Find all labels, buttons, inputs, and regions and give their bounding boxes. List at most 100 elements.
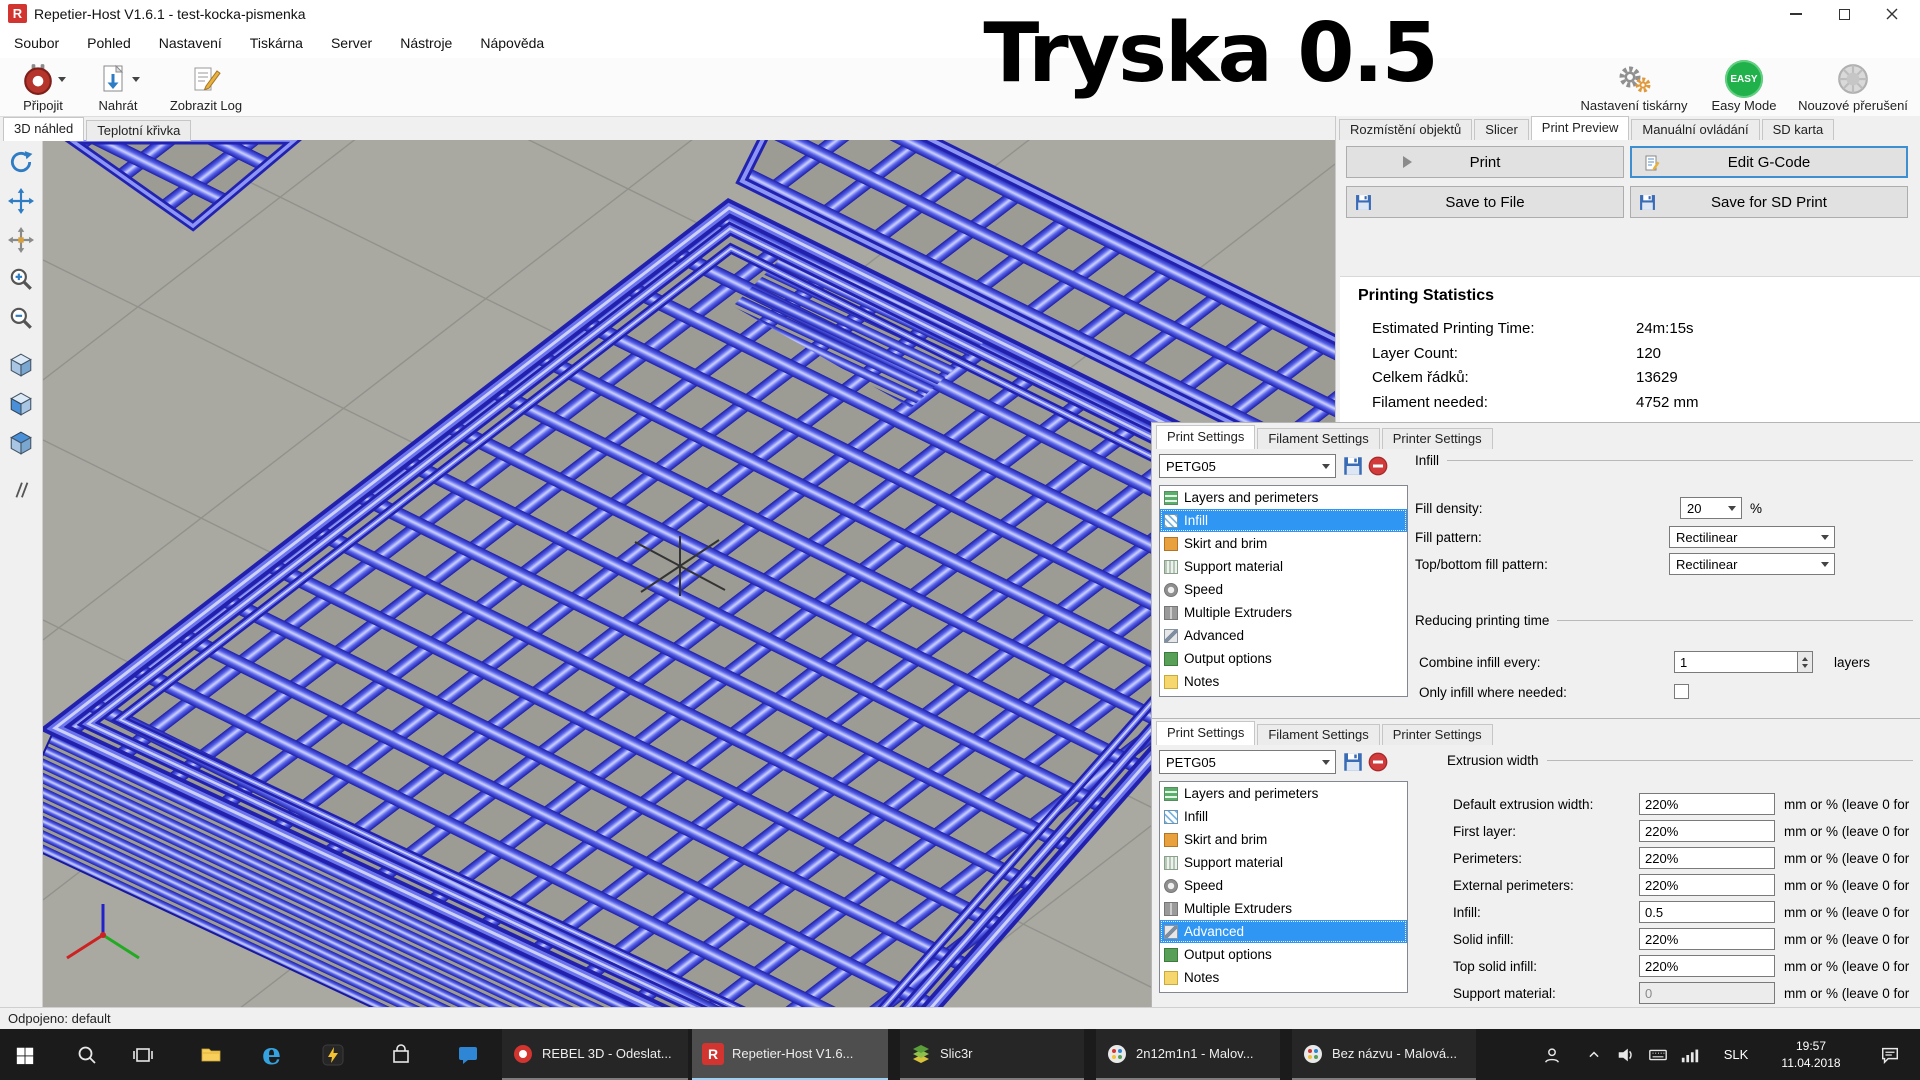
fill-pattern-select[interactable]: Rectilinear (1669, 526, 1835, 548)
view-rotate-button[interactable] (3, 143, 40, 180)
tab-filament-settings[interactable]: Filament Settings (1257, 428, 1379, 449)
volume-tray-button[interactable] (1610, 1029, 1642, 1080)
save-to-file-button[interactable]: Save to File (1346, 186, 1624, 218)
infill-width-input[interactable] (1639, 901, 1775, 923)
first-layer-input[interactable] (1639, 820, 1775, 842)
delete-profile-button[interactable] (1368, 456, 1388, 476)
perimeters-input[interactable] (1639, 847, 1775, 869)
menu-tiskarna[interactable]: Tiskárna (236, 28, 317, 58)
minimize-button[interactable] (1772, 0, 1820, 28)
task-view-button[interactable] (118, 1029, 167, 1080)
store-button[interactable] (376, 1029, 425, 1080)
tab-printer-settings[interactable]: Printer Settings (1382, 724, 1493, 745)
taskbar-app-paint-2[interactable]: Bez názvu - Malová... (1292, 1029, 1476, 1080)
section-multiple-extruders[interactable]: Multiple Extruders (1160, 601, 1407, 624)
print-button[interactable]: Print (1346, 146, 1624, 178)
utility-app-button[interactable] (308, 1029, 357, 1080)
combine-infill-spinner[interactable] (1798, 651, 1813, 673)
section-output-options[interactable]: Output options (1160, 647, 1407, 670)
section-advanced[interactable]: Advanced (1160, 624, 1407, 647)
section-support-material[interactable]: Support material (1160, 555, 1407, 578)
maximize-button[interactable] (1820, 0, 1868, 28)
menu-nastroje[interactable]: Nástroje (386, 28, 466, 58)
language-indicator[interactable]: SLK (1714, 1029, 1758, 1080)
zoom-in-button[interactable] (3, 260, 40, 297)
taskbar-app-slic3r[interactable]: Slic3r (900, 1029, 1084, 1080)
menu-server[interactable]: Server (317, 28, 386, 58)
emergency-stop-button[interactable]: Nouzové přerušení (1790, 60, 1916, 113)
tab-print-settings[interactable]: Print Settings (1156, 721, 1255, 745)
menu-soubor[interactable]: Soubor (0, 28, 73, 58)
only-infill-checkbox[interactable] (1674, 684, 1689, 699)
3d-viewport[interactable] (43, 140, 1335, 1007)
tab-filament-settings[interactable]: Filament Settings (1257, 724, 1379, 745)
section-notes[interactable]: Notes (1160, 670, 1407, 693)
tab-printer-settings[interactable]: Printer Settings (1382, 428, 1493, 449)
edge-browser-button[interactable]: e (247, 1029, 296, 1080)
edit-gcode-button[interactable]: Edit G-Code (1630, 146, 1908, 178)
close-button[interactable] (1868, 0, 1916, 28)
tab-print-preview[interactable]: Print Preview (1531, 116, 1630, 140)
view-front-button[interactable] (3, 385, 40, 422)
upload-dropdown-icon[interactable] (132, 77, 140, 86)
support-material-input[interactable] (1639, 982, 1775, 1004)
solid-infill-input[interactable] (1639, 928, 1775, 950)
combine-infill-input[interactable] (1674, 651, 1798, 673)
zoom-out-button[interactable] (3, 299, 40, 336)
action-center-button[interactable] (1868, 1029, 1912, 1080)
section-layers-perimeters[interactable]: Layers and perimeters (1160, 486, 1407, 509)
section-infill[interactable]: Infill (1160, 509, 1407, 532)
section-support-material[interactable]: Support material (1160, 851, 1407, 874)
fill-density-select[interactable]: 20 (1680, 497, 1742, 519)
taskbar-search-button[interactable] (62, 1029, 111, 1080)
save-profile-button[interactable] (1343, 752, 1363, 772)
top-solid-infill-input[interactable] (1639, 955, 1775, 977)
menu-pohled[interactable]: Pohled (73, 28, 145, 58)
section-multiple-extruders[interactable]: Multiple Extruders (1160, 897, 1407, 920)
touch-keyboard-button[interactable] (1642, 1029, 1674, 1080)
upload-button[interactable]: Nahrát (86, 60, 150, 113)
messaging-app-button[interactable] (443, 1029, 492, 1080)
view-side-button[interactable] (3, 424, 40, 461)
tab-temperature-curve[interactable]: Teplotní křivka (86, 120, 191, 141)
section-output-options[interactable]: Output options (1160, 943, 1407, 966)
easy-mode-button[interactable]: EASY Easy Mode (1703, 60, 1785, 113)
tab-object-placement[interactable]: Rozmístění objektů (1339, 119, 1472, 140)
taskbar-app-repetier[interactable]: R Repetier-Host V1.6... (692, 1029, 888, 1080)
menu-nastaveni[interactable]: Nastavení (145, 28, 236, 58)
toggle-panel-button[interactable] (3, 471, 40, 508)
people-tray-button[interactable] (1536, 1029, 1568, 1080)
tab-manual-control[interactable]: Manuální ovládání (1631, 119, 1759, 140)
move-object-button[interactable] (3, 221, 40, 258)
top-bottom-pattern-select[interactable]: Rectilinear (1669, 553, 1835, 575)
save-for-sd-button[interactable]: Save for SD Print (1630, 186, 1908, 218)
connect-button[interactable]: Připojit (6, 60, 80, 113)
section-speed[interactable]: Speed (1160, 874, 1407, 897)
file-explorer-button[interactable] (186, 1029, 235, 1080)
section-skirt-brim[interactable]: Skirt and brim (1160, 532, 1407, 555)
printer-settings-button[interactable]: Nastavení tiskárny (1572, 60, 1696, 113)
profile-select[interactable]: PETG05 (1159, 750, 1336, 774)
tab-sd-card[interactable]: SD karta (1762, 119, 1835, 140)
delete-profile-button[interactable] (1368, 752, 1388, 772)
taskbar-app-rebel3d[interactable]: REBEL 3D - Odeslat... (502, 1029, 688, 1080)
clock[interactable]: 19:57 11.04.2018 (1762, 1029, 1860, 1080)
section-layers-perimeters[interactable]: Layers and perimeters (1160, 782, 1407, 805)
profile-select[interactable]: PETG05 (1159, 454, 1336, 478)
start-button[interactable] (0, 1029, 49, 1080)
show-log-button[interactable]: Zobrazit Log (158, 60, 254, 113)
view-move-button[interactable] (3, 182, 40, 219)
section-notes[interactable]: Notes (1160, 966, 1407, 989)
view-isometric-button[interactable] (3, 346, 40, 383)
tab-slicer[interactable]: Slicer (1474, 119, 1529, 140)
network-tray-button[interactable] (1674, 1029, 1706, 1080)
section-skirt-brim[interactable]: Skirt and brim (1160, 828, 1407, 851)
connect-dropdown-icon[interactable] (58, 77, 66, 86)
external-perimeters-input[interactable] (1639, 874, 1775, 896)
taskbar-app-paint-1[interactable]: 2n12m1n1 - Malov... (1096, 1029, 1280, 1080)
section-advanced[interactable]: Advanced (1160, 920, 1407, 943)
default-extrusion-input[interactable] (1639, 793, 1775, 815)
tab-3d-preview[interactable]: 3D náhled (3, 117, 84, 141)
section-speed[interactable]: Speed (1160, 578, 1407, 601)
section-infill[interactable]: Infill (1160, 805, 1407, 828)
